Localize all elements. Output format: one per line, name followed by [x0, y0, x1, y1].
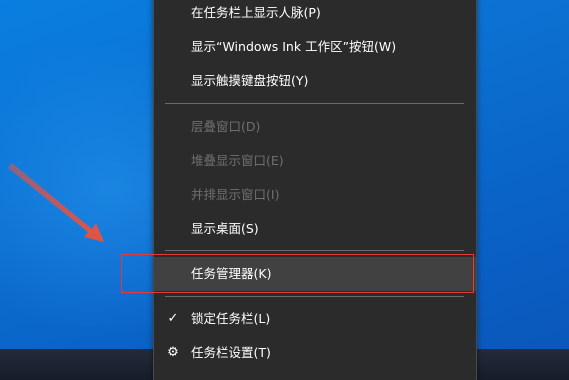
menu-separator — [165, 103, 464, 104]
menu-item-label: 显示“Windows Ink 工作区”按钮(W) — [191, 39, 397, 54]
menu-item-label: 堆叠显示窗口(E) — [191, 153, 284, 168]
menu-item-lock-taskbar[interactable]: ✓ 锁定任务栏(L) — [154, 302, 476, 336]
menu-item-task-manager[interactable]: 任务管理器(K) — [154, 257, 476, 291]
menu-item-label: 显示触摸键盘按钮(Y) — [191, 73, 309, 88]
menu-item-label: 任务栏设置(T) — [191, 345, 271, 360]
menu-item-label: 并排显示窗口(I) — [191, 187, 280, 202]
menu-item-show-desktop[interactable]: 显示桌面(S) — [154, 212, 476, 246]
menu-item-label: 锁定任务栏(L) — [191, 311, 271, 326]
gear-icon: ⚙ — [167, 345, 179, 360]
menu-item-stack-windows: 堆叠显示窗口(E) — [154, 144, 476, 178]
menu-item-label: 层叠窗口(D) — [191, 119, 261, 134]
menu-item-show-touch-keyboard-button[interactable]: 显示触摸键盘按钮(Y) — [154, 64, 476, 98]
menu-item-cascade-windows: 层叠窗口(D) — [154, 110, 476, 144]
menu-separator — [165, 296, 464, 297]
menu-item-show-people[interactable]: 在任务栏上显示人脉(P) — [154, 0, 476, 30]
menu-item-label: 任务管理器(K) — [191, 266, 272, 281]
taskbar-context-menu: 在任务栏上显示人脉(P) 显示“Windows Ink 工作区”按钮(W) 显示… — [153, 0, 477, 380]
menu-item-show-windows-ink-button[interactable]: 显示“Windows Ink 工作区”按钮(W) — [154, 30, 476, 64]
menu-separator — [165, 250, 464, 251]
check-icon: ✓ — [167, 311, 179, 326]
menu-item-side-by-side-windows: 并排显示窗口(I) — [154, 178, 476, 212]
menu-item-label: 在任务栏上显示人脉(P) — [191, 5, 321, 20]
desktop-background: 在任务栏上显示人脉(P) 显示“Windows Ink 工作区”按钮(W) 显示… — [0, 0, 569, 380]
menu-item-label: 显示桌面(S) — [191, 221, 259, 236]
menu-item-taskbar-settings[interactable]: ⚙ 任务栏设置(T) — [154, 336, 476, 370]
